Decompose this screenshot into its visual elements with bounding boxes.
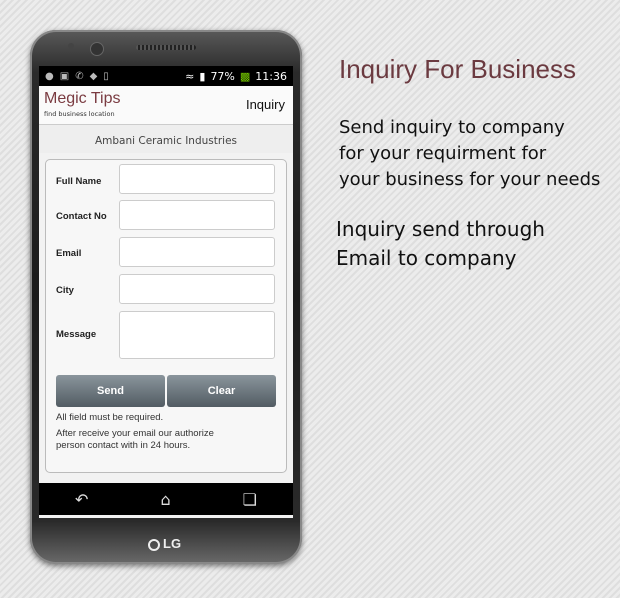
app-logo[interactable]: Megic Tips xyxy=(44,90,120,108)
promo-panel: Inquiry For Business Send inquiry to com… xyxy=(336,54,616,273)
required-note: All field must be required. xyxy=(56,412,164,423)
contact-no-label: Contact No xyxy=(56,211,107,222)
city-label: City xyxy=(56,285,74,296)
inquiry-form: Full Name Contact No Email City Message … xyxy=(45,159,287,473)
back-icon[interactable]: ↶ xyxy=(75,490,88,509)
promo-description: Send inquiry to company for your requirm… xyxy=(339,115,616,193)
email-label: Email xyxy=(56,248,82,259)
full-name-input[interactable] xyxy=(119,164,275,194)
promo-title: Inquiry For Business xyxy=(339,54,576,84)
full-name-label: Full Name xyxy=(56,176,102,187)
lock-icon: ● xyxy=(45,70,54,82)
contact-note-line2: person contact with in 24 hours. xyxy=(56,440,191,451)
recent-apps-icon[interactable]: ❏ xyxy=(243,490,257,509)
battery-icon: ▩ xyxy=(239,69,251,83)
city-input[interactable] xyxy=(119,274,275,304)
phone-chin: LG xyxy=(30,528,302,564)
email-input[interactable] xyxy=(119,237,275,267)
contact-no-input[interactable] xyxy=(119,200,275,230)
company-name: Ambani Ceramic Industries xyxy=(39,125,293,153)
clock: 11:36 xyxy=(255,69,287,83)
phone-icon: ▯ xyxy=(103,70,109,82)
whatsapp-icon: ✆ xyxy=(75,70,84,82)
promo-line: for your requirment for xyxy=(339,143,547,164)
home-icon[interactable]: ⌂ xyxy=(160,490,170,509)
promo-line: Inquiry send through xyxy=(336,217,545,241)
app-bar: Megic Tips find business location Inquir… xyxy=(39,86,293,125)
sensor xyxy=(68,43,74,49)
earpiece-speaker xyxy=(136,45,196,50)
image-icon: ▣ xyxy=(59,70,70,82)
send-button[interactable]: Send xyxy=(56,375,165,407)
message-textarea[interactable] xyxy=(119,311,275,359)
phone-screen: ● ▣ ✆ ◆ ▯ ≈ ▮ 77% ▩ 11:36 Megic Tips fin… xyxy=(39,66,293,518)
message-label: Message xyxy=(56,329,97,340)
brand-logo: LG xyxy=(148,536,181,551)
promo-description-2: Inquiry send through Email to company xyxy=(336,215,616,273)
shield-icon: ◆ xyxy=(89,70,98,82)
signal-icon: ▮ xyxy=(199,69,206,83)
brand-label: LG xyxy=(163,536,182,551)
app-logo-tagline: find business location xyxy=(44,110,115,118)
promo-line: Send inquiry to company xyxy=(339,117,565,138)
wifi-icon: ≈ xyxy=(185,69,195,83)
contact-note-line1: After receive your email our authorize xyxy=(56,428,214,439)
front-camera xyxy=(90,42,104,56)
phone-device: ● ▣ ✆ ◆ ▯ ≈ ▮ 77% ▩ 11:36 Megic Tips fin… xyxy=(30,30,302,564)
clear-button[interactable]: Clear xyxy=(167,375,276,407)
nav-bar: ↶ ⌂ ❏ xyxy=(39,483,293,515)
battery-percent: 77% xyxy=(210,69,235,83)
promo-line: Email to company xyxy=(336,246,517,270)
page-title: Inquiry xyxy=(245,97,285,112)
lg-logo-icon xyxy=(148,539,160,551)
promo-line: your business for your needs xyxy=(339,169,601,190)
status-bar: ● ▣ ✆ ◆ ▯ ≈ ▮ 77% ▩ 11:36 xyxy=(39,66,293,86)
